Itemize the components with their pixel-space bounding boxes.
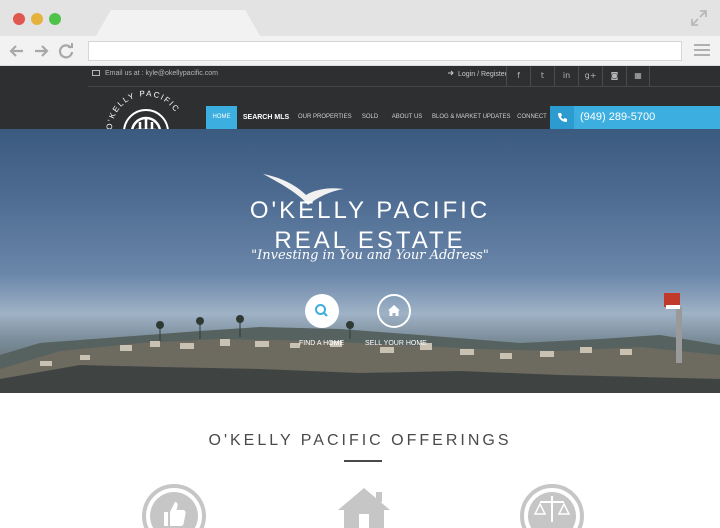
hero-title-line1: O'KELLY PACIFIC (249, 197, 491, 224)
close-window-button[interactable] (13, 13, 25, 25)
find-home-button[interactable] (305, 294, 339, 328)
phone-icon-box (550, 106, 574, 129)
fullscreen-icon[interactable] (690, 9, 708, 27)
linkedin-icon[interactable]: in (554, 66, 578, 86)
search-icon (315, 304, 328, 317)
facebook-icon[interactable]: f (506, 66, 530, 86)
instagram-icon[interactable]: ◙ (602, 66, 626, 86)
login-icon (448, 70, 454, 76)
house-icon (338, 488, 390, 528)
maximize-window-button[interactable] (49, 13, 61, 25)
twitter-icon[interactable]: t (530, 66, 554, 86)
reload-icon[interactable] (57, 42, 75, 60)
site-header: Email us at : kyle@okellypacific.com Log… (0, 66, 720, 130)
nav-connect[interactable]: CONNECT (515, 106, 549, 129)
browser-titlebar (0, 0, 720, 36)
offerings-heading: O'KELLY PACIFIC OFFERINGS (208, 432, 512, 449)
email-text: Email us at : kyle@okellypacific.com (105, 70, 218, 77)
email-contact[interactable]: Email us at : kyle@okellypacific.com (92, 70, 218, 77)
browser-toolbar (0, 36, 720, 66)
header-divider (88, 86, 720, 87)
minimize-window-button[interactable] (31, 13, 43, 25)
phone-number: (949) 289-5700 (580, 111, 656, 123)
nav-search-mls[interactable]: SEARCH MLS (241, 106, 291, 129)
hamburger-menu-icon[interactable] (694, 43, 710, 57)
calendar-icon[interactable]: ▦ (626, 66, 650, 86)
back-arrow-icon[interactable] (8, 42, 26, 60)
phone-button[interactable]: (949) 289-5700 (550, 106, 720, 129)
phone-icon (558, 113, 567, 122)
top-info-bar: Email us at : kyle@okellypacific.com Log… (0, 66, 720, 86)
hero-tagline: "Investing in You and Your Address" (251, 248, 489, 263)
nav-blog-market-updates[interactable]: BLOG & MARKET UPDATES (432, 106, 510, 129)
nav-about-us[interactable]: ABOUT US (390, 106, 424, 129)
scales-icon (520, 484, 584, 528)
sell-home-label[interactable]: SELL YOUR HOME (365, 340, 427, 347)
hero-title: O'KELLY PACIFIC REAL ESTATE (0, 196, 720, 256)
find-home-label[interactable]: FIND A HOME (299, 340, 344, 347)
offerings-divider (344, 460, 382, 462)
login-register-link[interactable]: Login / Register (448, 70, 507, 78)
nav-our-properties[interactable]: OUR PROPERTIES (298, 106, 352, 129)
forward-arrow-icon[interactable] (32, 42, 50, 60)
nav-sold[interactable]: SOLD (358, 106, 382, 129)
login-text: Login / Register (458, 71, 508, 78)
envelope-icon (92, 70, 100, 76)
google-plus-icon[interactable]: g+ (578, 66, 602, 86)
nav-home[interactable]: HOME (206, 106, 237, 129)
address-bar[interactable] (88, 41, 682, 61)
browser-tab[interactable] (96, 10, 260, 36)
hero-banner: O'KELLY PACIFIC REAL ESTATE "Investing i… (0, 129, 720, 393)
thumbs-up-icon (142, 484, 206, 528)
house-icon (388, 305, 400, 316)
sell-home-button[interactable] (377, 294, 411, 328)
okelly-pacific-logo[interactable]: O'KELLY PACIFIC (104, 90, 188, 130)
